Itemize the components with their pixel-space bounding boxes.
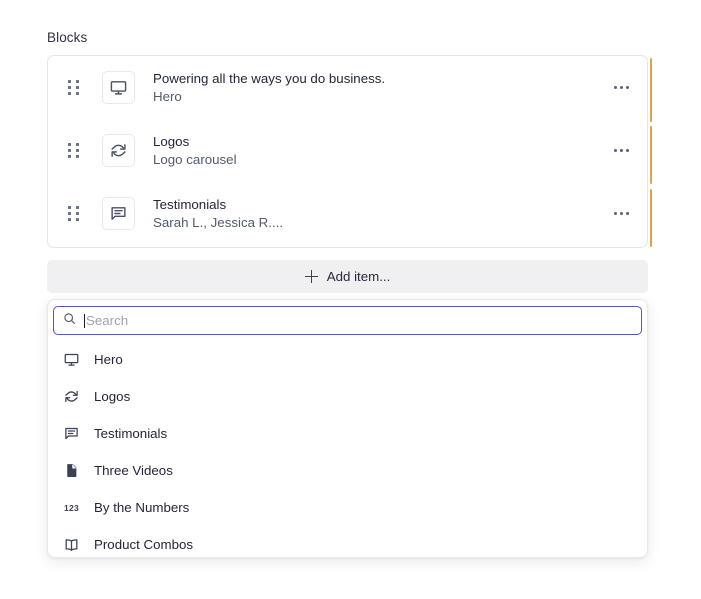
text-caret (84, 314, 85, 328)
row-overflow-menu-button[interactable] (604, 197, 638, 231)
blocks-card: Powering all the ways you do business. H… (47, 55, 648, 248)
block-row[interactable]: Testimonials Sarah L., Jessica R.... (48, 182, 647, 245)
list-item[interactable]: Testimonials (48, 415, 647, 452)
open-book-icon (62, 535, 81, 554)
add-item-label: Add item... (327, 269, 391, 284)
block-row-title: Testimonials (153, 196, 604, 213)
monitor-icon (102, 71, 135, 104)
ellipsis-horizontal-icon (614, 149, 629, 152)
search-placeholder: Search (86, 314, 128, 328)
drag-handle-icon[interactable] (60, 137, 86, 165)
list-item[interactable]: 123 By the Numbers (48, 489, 647, 526)
chat-bubble-icon (62, 424, 81, 443)
list-item-label: Three Videos (94, 463, 173, 478)
document-icon (62, 461, 81, 480)
list-item[interactable]: Hero (48, 341, 647, 378)
block-row-subtitle: Sarah L., Jessica R.... (153, 214, 604, 231)
drag-handle-icon[interactable] (60, 74, 86, 102)
refresh-icon (102, 134, 135, 167)
refresh-icon (62, 387, 81, 406)
add-item-button[interactable]: Add item... (47, 260, 648, 293)
block-row[interactable]: Powering all the ways you do business. H… (48, 56, 647, 119)
block-row-subtitle: Hero (153, 88, 604, 105)
block-row-text: Logos Logo carousel (153, 133, 604, 168)
row-overflow-menu-button[interactable] (604, 71, 638, 105)
list-item-label: Hero (94, 352, 123, 367)
drag-handle-icon[interactable] (60, 200, 86, 228)
chat-bubble-icon (102, 197, 135, 230)
block-picker-dropdown: Search Hero (47, 299, 648, 558)
list-item[interactable]: Logos (48, 378, 647, 415)
page-root: Blocks Powering all the ways you do busi… (0, 0, 701, 599)
drag-dots (68, 143, 79, 158)
block-accent-bar (650, 58, 652, 122)
ellipsis-horizontal-icon (614, 212, 629, 215)
drag-dots (68, 80, 79, 95)
numbers-123-icon: 123 (62, 498, 81, 517)
block-row-title: Powering all the ways you do business. (153, 70, 604, 87)
block-option-list: Hero Logos (48, 341, 647, 563)
block-row-text: Powering all the ways you do business. H… (153, 70, 604, 105)
block-row[interactable]: Logos Logo carousel (48, 119, 647, 182)
monitor-icon (62, 350, 81, 369)
list-item-label: Testimonials (94, 426, 167, 441)
block-accent-bar (650, 189, 652, 247)
search-input[interactable]: Search (53, 306, 642, 335)
list-item[interactable]: Product Combos (48, 526, 647, 563)
plus-icon (305, 270, 318, 283)
list-item-label: Logos (94, 389, 130, 404)
block-row-text: Testimonials Sarah L., Jessica R.... (153, 196, 604, 231)
row-overflow-menu-button[interactable] (604, 134, 638, 168)
block-row-title: Logos (153, 133, 604, 150)
list-item-label: Product Combos (94, 537, 193, 552)
drag-dots (68, 206, 79, 221)
ellipsis-horizontal-icon (614, 86, 629, 89)
list-item-label: By the Numbers (94, 500, 189, 515)
search-icon (63, 312, 76, 330)
list-item[interactable]: Three Videos (48, 452, 647, 489)
add-item-inner: Add item... (305, 269, 391, 284)
page-title: Blocks (47, 30, 87, 45)
block-row-subtitle: Logo carousel (153, 151, 604, 168)
block-accent-bar (650, 126, 652, 184)
